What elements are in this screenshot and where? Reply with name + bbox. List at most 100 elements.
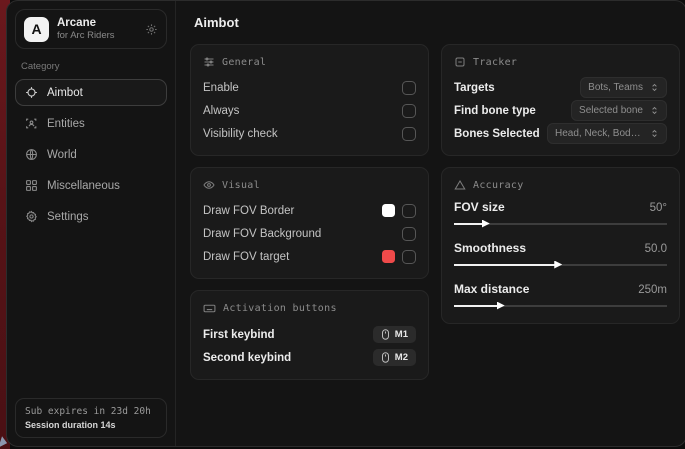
dropdown-value: Selected bone [579,105,643,116]
setting-row-fov-target: Draw FOV target [203,246,416,267]
slider-value: 50.0 [645,243,667,255]
fov-target-color-swatch[interactable] [382,250,395,263]
sidebar-item-label: Entities [47,118,85,130]
dropdown-value: Bots, Teams [588,82,643,93]
mouse-icon [381,329,390,340]
sidebar-item-label: Aimbot [47,87,83,99]
sidebar-nav: Aimbot Entities World [15,79,167,230]
fov-border-checkbox[interactable] [402,204,416,218]
visibility-check-checkbox[interactable] [402,127,416,141]
sidebar-item-label: World [47,149,77,161]
slider-thumb[interactable] [554,261,562,269]
slider-label: Smoothness [454,241,526,255]
sidebar-item-miscellaneous[interactable]: Miscellaneous [15,172,167,199]
mouse-icon [381,352,390,363]
tracker-row-bones-selected: Bones Selected Head, Neck, Body, Fe.. [454,123,667,144]
sync-gear-icon[interactable] [145,23,158,36]
triangle-icon [454,179,466,191]
tracker-row-bone-type: Find bone type Selected bone [454,100,667,121]
card-header-label: Accuracy [473,180,524,191]
slider-block-fov-size: FOV size 50° [454,200,667,228]
keyboard-icon [203,302,216,315]
keybind-row-second: Second keybind M2 [203,347,416,368]
setting-label: Draw FOV Background [203,228,321,240]
activation-buttons-card: Activation buttons First keybind M1 [190,290,429,380]
setting-label: Visibility check [203,128,278,140]
tracker-card: Tracker Targets Bots, Teams [441,44,680,156]
session-duration-text: Session duration 14s [25,420,157,430]
brand-logo: A [24,17,49,42]
setting-row-fov-background: Draw FOV Background [203,223,416,244]
entities-icon [25,117,38,130]
setting-row-always: Always [203,100,416,121]
targets-dropdown[interactable]: Bots, Teams [580,77,667,98]
eye-icon [203,179,215,191]
brand-card: A Arcane for Arc Riders [15,9,167,49]
unfold-icon [650,129,659,138]
card-header-label: Visual [222,180,260,191]
brand-subtitle: for Arc Riders [57,30,137,42]
gear-icon [25,210,38,223]
setting-label: Draw FOV target [203,251,289,263]
brand-title: Arcane [57,16,137,30]
tracker-label: Targets [454,82,495,94]
second-keybind-button[interactable]: M2 [373,349,416,366]
always-checkbox[interactable] [402,104,416,118]
focus-icon [454,56,466,68]
sidebar-item-world[interactable]: World [15,141,167,168]
setting-row-visibility-check: Visibility check [203,123,416,144]
fov-background-checkbox[interactable] [402,227,416,241]
general-card: General Enable Always Visibility check [190,44,429,156]
sidebar-item-settings[interactable]: Settings [15,203,167,230]
page-title: Aimbot [194,15,672,30]
crosshair-icon [25,86,38,99]
fov-border-color-swatch[interactable] [382,204,395,217]
keybind-label: Second keybind [203,352,291,364]
first-keybind-button[interactable]: M1 [373,326,416,343]
sidebar-item-entities[interactable]: Entities [15,110,167,137]
grid-icon [25,179,38,192]
globe-icon [25,148,38,161]
smoothness-slider[interactable] [454,260,667,269]
sub-expiry-text: Sub expires in 23d 20h [25,406,157,417]
left-column: General Enable Always Visibility check [190,44,429,380]
card-header-label: Tracker [473,57,517,68]
setting-row-enable: Enable [203,77,416,98]
fov-size-slider[interactable] [454,219,667,228]
category-label: Category [21,61,161,72]
setting-label: Enable [203,82,239,94]
app-window: A Arcane for Arc Riders Category [6,0,685,447]
keybind-row-first: First keybind M1 [203,324,416,345]
enable-checkbox[interactable] [402,81,416,95]
slider-value: 50° [650,202,667,214]
unfold-icon [650,106,659,115]
sidebar: A Arcane for Arc Riders Category [7,1,176,446]
card-header-label: General [222,57,266,68]
slider-value: 250m [638,284,667,296]
slider-thumb[interactable] [497,302,505,310]
max-distance-slider[interactable] [454,301,667,310]
tracker-label: Find bone type [454,105,536,117]
bones-selected-dropdown[interactable]: Head, Neck, Body, Fe.. [547,123,667,144]
sidebar-item-aimbot[interactable]: Aimbot [15,79,167,106]
slider-block-smoothness: Smoothness 50.0 [454,241,667,269]
accuracy-card: Accuracy FOV size 50° [441,167,680,324]
visual-card: Visual Draw FOV Border Draw FOV Backgrou… [190,167,429,279]
unfold-icon [650,83,659,92]
slider-thumb[interactable] [482,220,490,228]
sidebar-item-label: Settings [47,211,89,223]
slider-fill [454,223,484,226]
setting-label: Always [203,105,239,117]
card-header-label: Activation buttons [223,303,337,314]
bone-type-dropdown[interactable]: Selected bone [571,100,667,121]
right-column: Tracker Targets Bots, Teams [441,44,680,380]
slider-fill [454,264,556,267]
brand-text: Arcane for Arc Riders [57,16,137,42]
slider-label: FOV size [454,200,505,214]
fov-target-checkbox[interactable] [402,250,416,264]
sidebar-item-label: Miscellaneous [47,180,120,192]
setting-row-fov-border: Draw FOV Border [203,200,416,221]
slider-block-max-distance: Max distance 250m [454,282,667,310]
dropdown-value: Head, Neck, Body, Fe.. [555,128,643,139]
slider-fill [454,305,499,308]
